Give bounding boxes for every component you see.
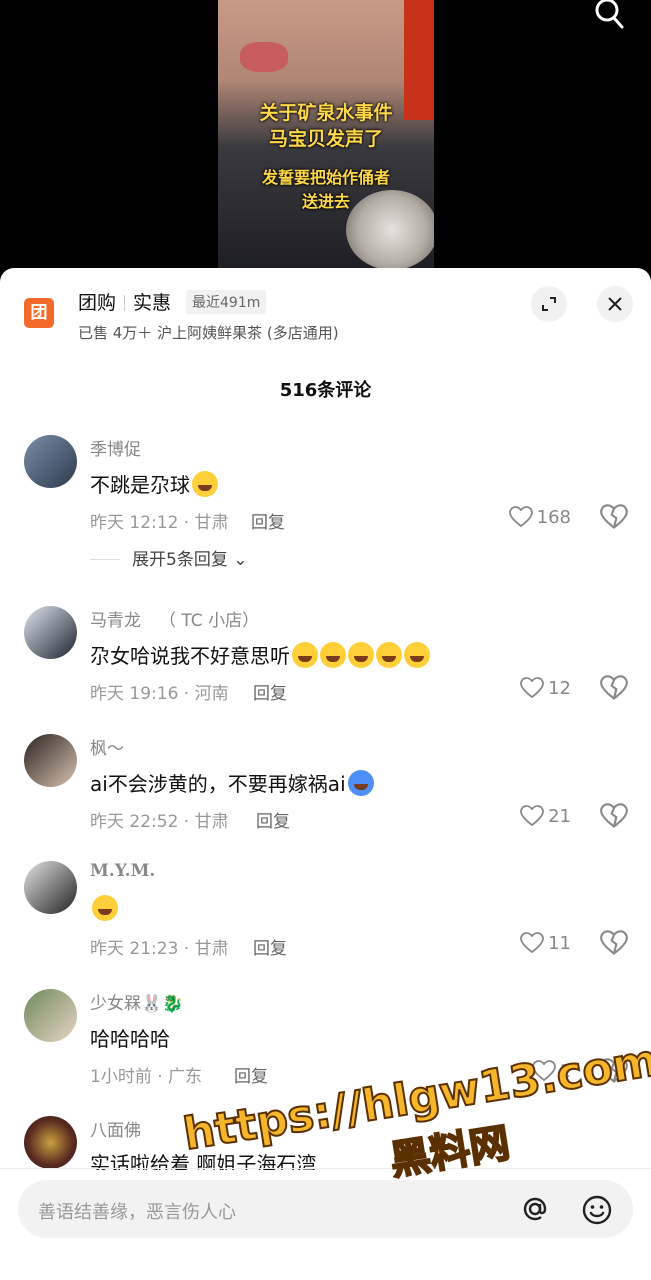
comment-item: 季博促 不跳是尕球 昨天 12:12 · 甘肃 回复 168 展开5条回复 ⌄	[0, 435, 651, 570]
rofl-emoji	[348, 642, 374, 668]
search-icon[interactable]	[592, 0, 626, 30]
dislike-icon[interactable]	[600, 503, 628, 531]
avatar[interactable]	[24, 989, 77, 1042]
avatar[interactable]	[24, 1116, 77, 1169]
rofl-emoji	[404, 642, 430, 668]
user-tag: （ TC 小店）	[159, 611, 260, 631]
comment-username[interactable]: 八面佛	[90, 1116, 141, 1141]
groupbuy-subtitle[interactable]: 已售 4万＋ 沪上阿姨鲜果茶 (多店通用)	[78, 322, 339, 343]
like-button[interactable]: 12	[520, 674, 571, 702]
groupbuy-label-1: 团购	[78, 292, 117, 314]
rofl-emoji	[292, 642, 318, 668]
comment-username[interactable]: 枫～	[90, 734, 124, 759]
like-count: 11	[548, 932, 571, 954]
groupbuy-title[interactable]: 团购 实惠	[78, 288, 171, 315]
video-player[interactable]: 关于矿泉水事件 马宝贝发声了 发誓要把始作俑者 送进去	[0, 0, 651, 280]
heart-icon	[520, 805, 544, 827]
comment-username[interactable]: M.Y.M.	[90, 861, 155, 881]
comment-count: 516条评论	[279, 380, 372, 401]
avatar[interactable]	[24, 734, 77, 787]
heart-icon	[508, 506, 533, 528]
like-button[interactable]: 168	[508, 503, 571, 531]
expand-button[interactable]	[531, 286, 567, 322]
at-mention-icon[interactable]	[520, 1194, 550, 1224]
comment-text: ai不会涉黄的，不要再嫁祸ai	[90, 768, 374, 797]
dislike-icon[interactable]	[600, 929, 628, 957]
comment-item: 马青龙（ TC 小店） 尕女哈说我不好意思听 昨天 19:16 · 河南 回复 …	[0, 606, 651, 726]
close-button[interactable]	[597, 286, 633, 322]
expand-icon	[542, 297, 556, 311]
like-button[interactable]: 21	[520, 802, 571, 830]
comment-text: 尕女哈说我不好意思听	[90, 640, 430, 669]
reply-button[interactable]: 回复	[256, 807, 290, 832]
video-caption-3: 发誓要把始作俑者	[261, 168, 390, 187]
groupbuy-label-2: 实惠	[133, 292, 172, 314]
rofl-emoji	[320, 642, 346, 668]
comment-text: 不跳是尕球	[90, 469, 218, 498]
reply-button[interactable]: 回复	[234, 1062, 268, 1087]
dislike-icon[interactable]	[600, 674, 628, 702]
rofl-emoji	[376, 642, 402, 668]
comment-item: M.Y.M. 昨天 21:23 · 甘肃 回复 11	[0, 861, 651, 981]
heart-icon	[520, 677, 544, 699]
avatar[interactable]	[24, 606, 77, 659]
shocked-emoji	[347, 770, 374, 796]
reply-button[interactable]: 回复	[253, 679, 287, 704]
comment-meta: 昨天 22:52 · 甘肃	[90, 812, 229, 832]
avatar[interactable]	[24, 861, 77, 914]
like-button[interactable]: 11	[520, 929, 571, 957]
distance-badge: 最近491m	[186, 290, 267, 314]
comment-username[interactable]: 季博促	[90, 435, 141, 460]
comment-meta: 昨天 12:12 · 甘肃	[90, 513, 229, 533]
rofl-emoji	[92, 895, 118, 921]
expand-replies-button[interactable]: 展开5条回复 ⌄	[90, 545, 247, 570]
emoji-icon[interactable]	[581, 1194, 613, 1226]
dislike-icon[interactable]	[600, 802, 628, 830]
video-frame: 关于矿泉水事件 马宝贝发声了 发誓要把始作俑者 送进去	[218, 0, 434, 268]
like-count: 12	[548, 677, 571, 699]
avatar[interactable]	[24, 435, 77, 488]
reply-button[interactable]: 回复	[251, 508, 285, 533]
like-count: 168	[536, 506, 571, 528]
comment-meta: 昨天 19:16 · 河南	[90, 684, 229, 704]
video-caption-2: 马宝贝发声了	[268, 128, 383, 150]
video-caption-1: 关于矿泉水事件	[259, 102, 393, 124]
comment-meta: 1小时前 · 广东	[90, 1067, 203, 1087]
like-count: 21	[548, 805, 571, 827]
comment-username[interactable]: 少女槑🐰🐉	[90, 989, 183, 1014]
video-caption-4: 送进去	[301, 192, 350, 211]
video-figure	[240, 42, 288, 72]
heart-icon	[520, 932, 544, 954]
comment-username[interactable]: 马青龙（ TC 小店）	[90, 606, 259, 631]
groupbuy-logo[interactable]: 团	[24, 298, 54, 328]
reply-button[interactable]: 回复	[253, 934, 287, 959]
comment-text: 哈哈哈哈	[90, 1027, 170, 1051]
close-icon	[608, 297, 622, 311]
comment-item: 枫～ ai不会涉黄的，不要再嫁祸ai 昨天 22:52 · 甘肃 回复 21	[0, 734, 651, 854]
crying-laugh-emoji	[192, 471, 218, 497]
comment-meta: 昨天 21:23 · 甘肃	[90, 939, 229, 959]
comment-text	[90, 895, 118, 921]
